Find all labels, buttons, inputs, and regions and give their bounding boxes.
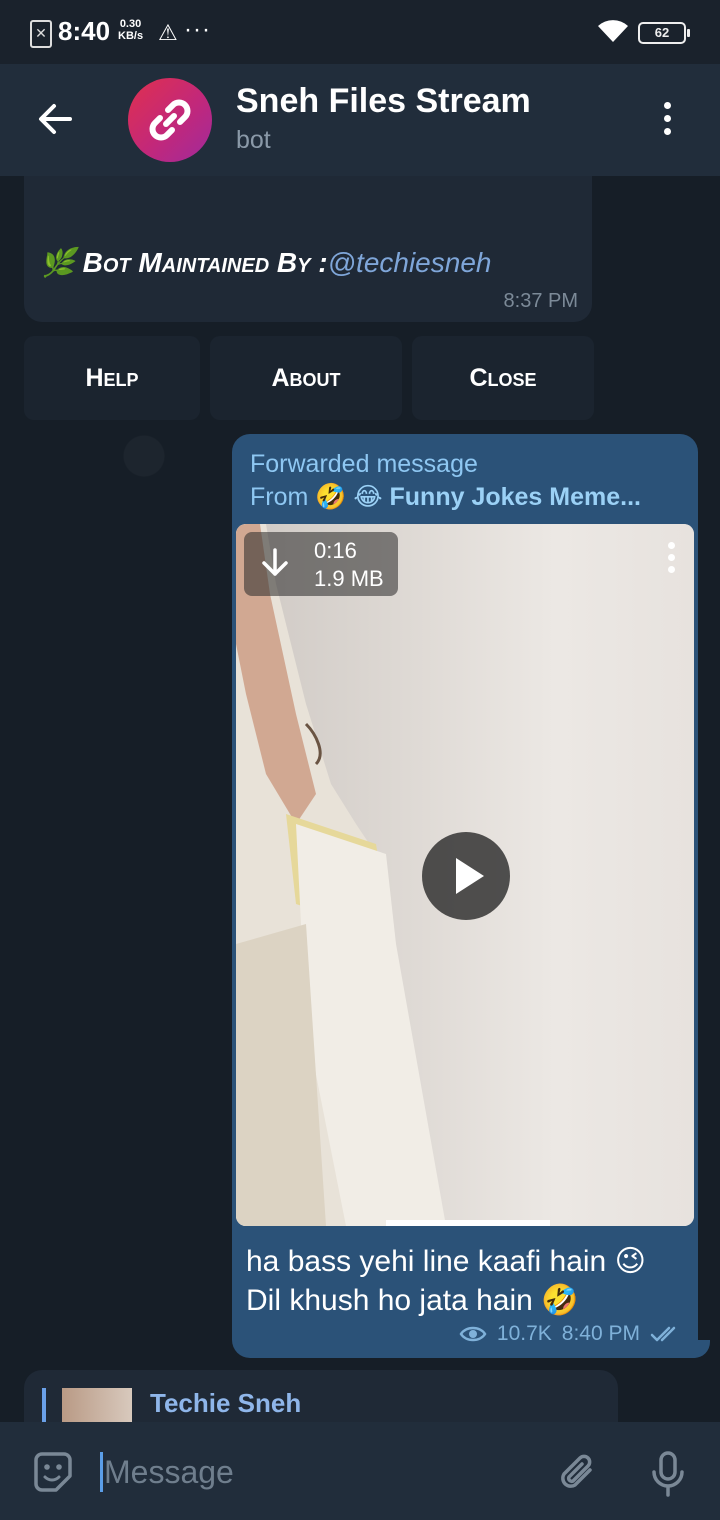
video-thumbnail-figure bbox=[236, 524, 446, 1226]
network-speed-unit: KB/s bbox=[118, 30, 144, 42]
download-icon[interactable] bbox=[260, 548, 290, 578]
chat-title[interactable]: Sneh Files Stream bbox=[236, 82, 531, 121]
message-input[interactable]: Message bbox=[104, 1454, 234, 1491]
about-button-label: About bbox=[271, 364, 341, 392]
message-time: 8:37 PM bbox=[503, 290, 578, 312]
close-button[interactable]: Close bbox=[412, 336, 594, 420]
microphone-icon[interactable] bbox=[648, 1450, 688, 1498]
warning-icon: ⚠ bbox=[158, 20, 178, 45]
caption-line-1: ha bass yehi line kaafi hain 😉 bbox=[246, 1245, 646, 1278]
views-count: 10.7K bbox=[496, 1322, 552, 1345]
about-button[interactable]: About bbox=[210, 336, 402, 420]
bot-maintained-line: 🌿 Bot Maintained By :@techiesneh bbox=[40, 246, 491, 279]
message-time: 8:40 PM bbox=[561, 1322, 640, 1345]
chat-subtitle: bot bbox=[236, 126, 271, 154]
reply-thumbnail bbox=[62, 1388, 132, 1422]
text-cursor bbox=[100, 1452, 103, 1492]
emoji-sticker-icon[interactable] bbox=[30, 1450, 76, 1496]
notification-x-icon: ✕ bbox=[30, 20, 52, 48]
link-icon bbox=[149, 99, 191, 141]
chat-header: Sneh Files Stream bot bbox=[0, 64, 720, 176]
network-speed: 0.30 KB/s bbox=[118, 18, 143, 42]
video-player[interactable]: 0:16 1.9 MB bbox=[236, 524, 694, 1226]
forwarded-label: Forwarded message bbox=[250, 450, 478, 478]
reply-preview[interactable]: Techie Sneh bbox=[24, 1370, 618, 1422]
play-icon[interactable] bbox=[422, 832, 510, 920]
back-arrow-icon[interactable] bbox=[36, 100, 74, 138]
video-bottom-bar bbox=[386, 1220, 550, 1226]
help-button[interactable]: Help bbox=[24, 336, 200, 420]
bot-avatar[interactable] bbox=[128, 78, 212, 162]
overflow-menu-icon[interactable] bbox=[664, 102, 678, 141]
forwarded-source-name[interactable]: 🤣 😂 Funny Jokes Meme... bbox=[315, 483, 641, 511]
bot-message-bubble: 🌿 Bot Maintained By :@techiesneh 8:37 PM bbox=[24, 176, 592, 322]
read-checkmarks-icon bbox=[650, 1326, 676, 1342]
help-button-label: Help bbox=[85, 364, 139, 392]
network-speed-value: 0.30 bbox=[119, 18, 142, 30]
status-bar: ✕ 8:40 0.30 KB/s ⚠ ··· 62 bbox=[0, 0, 720, 64]
wifi-icon bbox=[598, 20, 628, 42]
status-time: 8:40 bbox=[58, 16, 111, 46]
techiesneh-link[interactable]: @techiesneh bbox=[328, 247, 492, 278]
leaf-emoji-icon: 🌿 bbox=[40, 247, 75, 278]
video-menu-icon[interactable] bbox=[668, 542, 676, 578]
views-eye-icon bbox=[459, 1326, 487, 1342]
video-size: 1.9 MB bbox=[314, 566, 384, 591]
battery-icon: 62 bbox=[638, 22, 690, 44]
reply-accent-bar bbox=[42, 1388, 46, 1422]
message-meta: 10.7K 8:40 PM bbox=[459, 1322, 684, 1346]
video-download-info[interactable]: 0:16 1.9 MB bbox=[244, 532, 398, 596]
caption-line-2: Dil khush ho jata hain 🤣 bbox=[246, 1284, 579, 1317]
maintained-by-label: Bot Maintained By : bbox=[82, 247, 328, 278]
close-button-label: Close bbox=[469, 364, 537, 392]
message-caption: ha bass yehi line kaafi hain 😉 Dil khush… bbox=[246, 1242, 646, 1320]
message-composer: Message bbox=[0, 1422, 720, 1520]
forwarded-message-bubble[interactable]: Forwarded message From 🤣 😂 Funny Jokes M… bbox=[232, 434, 698, 1358]
forwarded-from-prefix: From bbox=[250, 483, 309, 511]
attach-paperclip-icon[interactable] bbox=[556, 1452, 598, 1494]
video-duration: 0:16 bbox=[314, 538, 357, 563]
reply-author-name: Techie Sneh bbox=[150, 1388, 302, 1418]
forwarded-from[interactable]: From 🤣 😂 Funny Jokes Meme... bbox=[250, 482, 641, 512]
more-notifications-icon: ··· bbox=[184, 16, 211, 43]
